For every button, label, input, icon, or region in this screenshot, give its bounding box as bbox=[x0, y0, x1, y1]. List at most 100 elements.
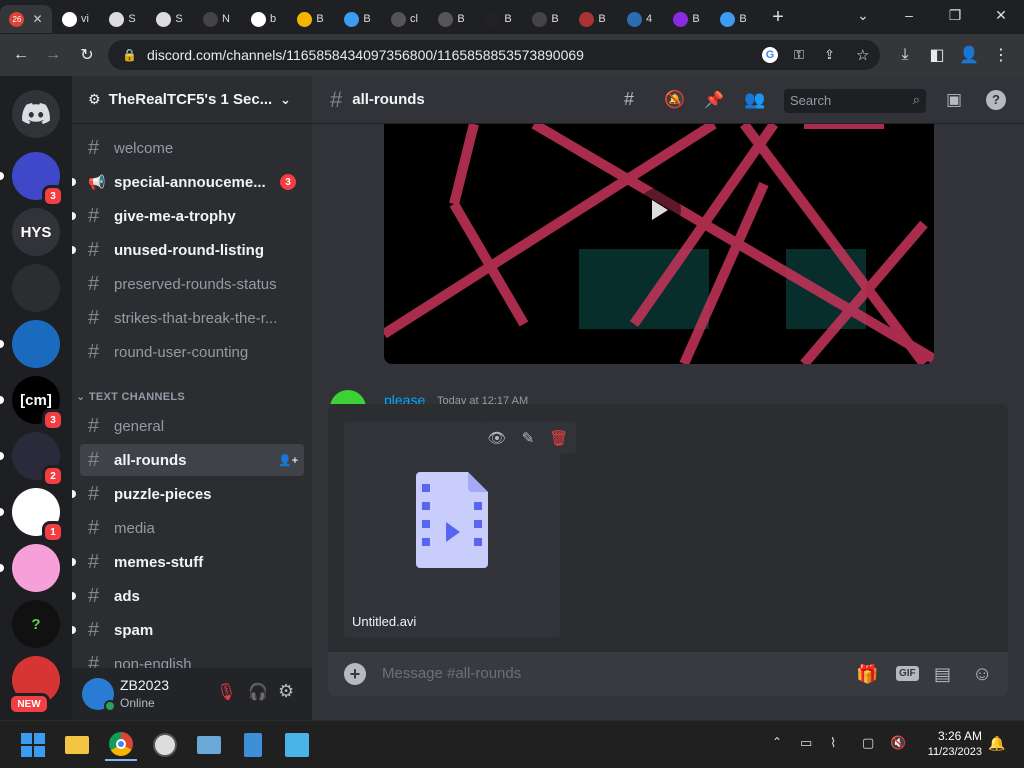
pin-icon[interactable]: 📌 bbox=[704, 90, 724, 110]
threads-icon[interactable]: # bbox=[624, 89, 634, 110]
tab-close-icon[interactable]: ✕ bbox=[32, 12, 42, 26]
add-attachment-icon[interactable]: + bbox=[344, 663, 366, 685]
browser-tab[interactable]: B bbox=[663, 5, 710, 33]
guild-header[interactable]: ⚙ TheRealTCF5's 1 Sec... ⌄ bbox=[72, 76, 312, 124]
message-input[interactable]: Message #all-rounds bbox=[382, 662, 822, 686]
browser-tab[interactable]: B bbox=[710, 5, 757, 33]
browser-tab[interactable]: b bbox=[240, 5, 287, 33]
inbox-icon[interactable]: ▣ bbox=[946, 90, 962, 110]
channel-item[interactable]: # welcome bbox=[80, 132, 304, 164]
headphones-icon[interactable]: 🎧 bbox=[248, 682, 268, 702]
chrome-icon[interactable] bbox=[105, 729, 137, 761]
server-icon[interactable] bbox=[12, 544, 60, 592]
channel-item[interactable]: # spam bbox=[80, 614, 304, 646]
monitor-icon[interactable]: ▢ bbox=[862, 735, 874, 751]
channel-item[interactable]: # memes-stuff bbox=[80, 546, 304, 578]
channel-item[interactable]: # puzzle-pieces bbox=[80, 478, 304, 510]
start-button[interactable] bbox=[17, 729, 49, 761]
photos-icon[interactable] bbox=[193, 729, 225, 761]
menu-kebab-icon[interactable]: ⋮ bbox=[990, 44, 1012, 66]
close-window-button[interactable]: ✕ bbox=[978, 0, 1024, 30]
discord-home-icon[interactable] bbox=[12, 90, 60, 138]
message-author[interactable]: please bbox=[384, 392, 425, 404]
hash-icon: # bbox=[88, 238, 100, 261]
help-icon[interactable]: ? bbox=[986, 89, 1006, 110]
channel-item[interactable]: # all-rounds 👤+ bbox=[80, 444, 304, 476]
server-icon[interactable]: ? bbox=[12, 600, 60, 648]
member-list-icon[interactable]: 👥 bbox=[744, 90, 765, 110]
back-icon[interactable]: ← bbox=[10, 44, 32, 66]
mute-mic-icon[interactable]: 🎙 bbox=[216, 682, 236, 702]
play-icon[interactable] bbox=[652, 200, 668, 220]
profile-icon[interactable]: 👤 bbox=[958, 44, 980, 66]
browser-tab[interactable]: B bbox=[569, 5, 616, 33]
network-icon[interactable]: ⌇ bbox=[830, 735, 836, 751]
browser-tab[interactable]: S bbox=[99, 5, 146, 33]
notification-bell-icon[interactable]: 🔔 bbox=[988, 735, 1005, 752]
browser-tab[interactable]: B bbox=[475, 5, 522, 33]
avatar[interactable] bbox=[330, 390, 366, 404]
unread-indicator bbox=[72, 558, 76, 566]
notification-bell-muted-icon[interactable]: 🔕 bbox=[664, 90, 685, 110]
trash-icon[interactable]: 🗑 bbox=[549, 429, 568, 447]
tab-search-icon[interactable]: ⌄ bbox=[840, 0, 886, 30]
side-panel-icon[interactable]: ◧ bbox=[926, 44, 948, 66]
browser-tab[interactable]: B bbox=[287, 5, 334, 33]
channel-item[interactable]: # media bbox=[80, 512, 304, 544]
browser-tab[interactable]: cl bbox=[381, 5, 428, 33]
unread-indicator bbox=[0, 396, 4, 404]
notepad-icon[interactable] bbox=[237, 729, 269, 761]
browser-tab[interactable]: B bbox=[522, 5, 569, 33]
emoji-icon[interactable]: ☺ bbox=[972, 663, 992, 686]
attachment-card[interactable]: 👁 ✎ 🗑 Untitled.avi bbox=[344, 422, 576, 638]
new-tab-button[interactable]: + bbox=[763, 6, 793, 29]
gif-button[interactable]: GIF bbox=[896, 666, 919, 681]
avatar[interactable] bbox=[82, 678, 116, 712]
browser-tab[interactable]: B bbox=[334, 5, 381, 33]
category-text-channels[interactable]: ⌄ TEXT CHANNELS bbox=[76, 390, 185, 403]
key-icon[interactable]: ⚿ bbox=[794, 47, 804, 63]
clock-date[interactable]: 11/23/2023 bbox=[912, 746, 982, 758]
channel-item[interactable]: # give-me-a-trophy bbox=[80, 200, 304, 232]
file-explorer-icon[interactable] bbox=[61, 729, 93, 761]
channel-item[interactable]: # strikes-that-break-the-r... bbox=[80, 302, 304, 334]
pencil-icon[interactable]: ✎ bbox=[522, 429, 535, 447]
browser-tab[interactable]: 4 bbox=[616, 5, 663, 33]
user-settings-gear-icon[interactable]: ⚙ bbox=[278, 681, 294, 702]
channel-item[interactable]: # general bbox=[80, 410, 304, 442]
forward-icon[interactable]: → bbox=[42, 44, 64, 66]
clock-app-icon[interactable] bbox=[149, 729, 181, 761]
browser-tab[interactable]: S bbox=[146, 5, 193, 33]
chevron-up-icon[interactable]: ⌃ bbox=[772, 735, 782, 749]
browser-tab[interactable]: N bbox=[193, 5, 240, 33]
channel-item[interactable]: 📢 special-annoucеme... 3 bbox=[80, 166, 304, 198]
maximize-button[interactable]: ❐ bbox=[932, 0, 978, 30]
minimize-button[interactable]: – bbox=[886, 0, 932, 30]
app-icon[interactable] bbox=[281, 729, 313, 761]
download-icon[interactable]: ⤓ bbox=[894, 44, 916, 66]
server-icon[interactable]: HYS bbox=[12, 208, 60, 256]
video-embed[interactable] bbox=[384, 124, 934, 364]
sticker-icon[interactable]: ▤ bbox=[934, 664, 951, 685]
gift-icon[interactable]: 🎁 bbox=[856, 664, 878, 685]
channel-item[interactable]: # round-user-counting bbox=[80, 336, 304, 368]
volume-muted-icon[interactable]: 🔇 bbox=[890, 735, 906, 751]
channel-item[interactable]: # unused-round-listing bbox=[80, 234, 304, 266]
display-icon[interactable]: ▭ bbox=[800, 735, 812, 751]
address-bar[interactable]: 🔒 discord.com/channels/11658584340973568… bbox=[108, 40, 880, 70]
bookmark-star-icon[interactable]: ☆ bbox=[856, 46, 869, 64]
share-icon[interactable]: ⇪ bbox=[824, 47, 835, 63]
browser-tab[interactable]: B bbox=[428, 5, 475, 33]
invite-icon[interactable]: 👤+ bbox=[278, 454, 298, 467]
browser-tab[interactable]: 26 ✕ bbox=[0, 5, 52, 33]
reload-icon[interactable]: ↻ bbox=[76, 44, 98, 66]
channel-item[interactable]: # preserved-rounds-status bbox=[80, 268, 304, 300]
clock-time[interactable]: 3:26 AM bbox=[930, 729, 982, 743]
google-icon[interactable]: G bbox=[762, 47, 778, 63]
server-icon[interactable] bbox=[12, 320, 60, 368]
search-input[interactable]: Search ⌕ bbox=[784, 89, 926, 113]
browser-tab[interactable]: vi bbox=[52, 5, 99, 33]
server-icon[interactable] bbox=[12, 264, 60, 312]
eye-icon[interactable]: 👁 bbox=[488, 429, 507, 447]
channel-item[interactable]: # ads bbox=[80, 580, 304, 612]
